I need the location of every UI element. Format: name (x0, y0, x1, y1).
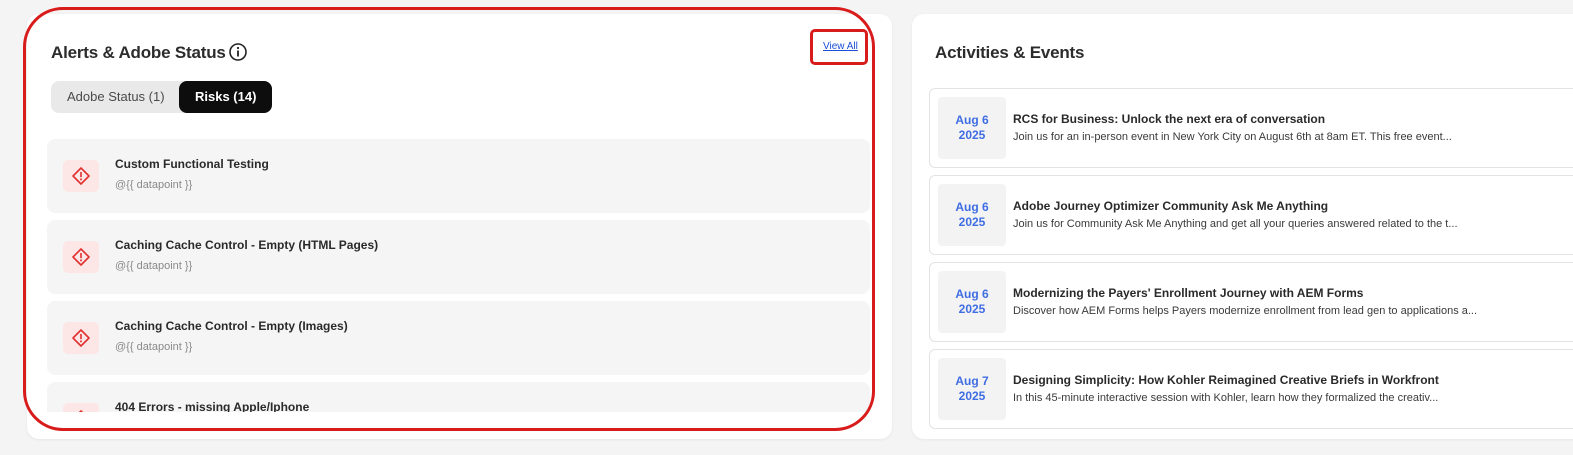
alert-title: Custom Functional Testing (115, 157, 269, 171)
alert-subtitle: @{{ datapoint }} (115, 341, 193, 353)
events-panel-title: Activities & Events (935, 43, 1085, 62)
event-item[interactable]: Aug 6 2025 RCS for Business: Unlock the … (929, 88, 1573, 168)
alert-item[interactable]: Caching Cache Control - Empty (HTML Page… (47, 220, 870, 294)
event-description: Join us for an in-person event in New Yo… (1013, 131, 1452, 143)
warning-diamond-icon (63, 160, 99, 192)
warning-diamond-icon (63, 241, 99, 273)
event-date-year: 2025 (958, 128, 986, 142)
event-title: RCS for Business: Unlock the next era of… (1013, 112, 1326, 126)
event-date: Aug 6 2025 (938, 184, 1006, 246)
alert-item[interactable]: Custom Functional Testing @{{ datapoint … (47, 139, 870, 213)
event-item[interactable]: Aug 6 2025 Adobe Journey Optimizer Commu… (929, 175, 1573, 255)
event-date-year: 2025 (958, 215, 986, 229)
event-item[interactable]: Aug 6 2025 Modernizing the Payers' Enrol… (929, 262, 1573, 342)
alerts-panel-title: Alerts & Adobe Status (51, 43, 226, 62)
warning-diamond-icon (63, 403, 99, 412)
alert-item[interactable]: Caching Cache Control - Empty (Images) @… (47, 301, 870, 375)
info-icon[interactable] (228, 42, 248, 62)
alert-item[interactable]: 404 Errors - missing Apple/Iphone (47, 382, 870, 412)
event-description: In this 45-minute interactive session wi… (1013, 392, 1439, 404)
event-date: Aug 6 2025 (938, 97, 1006, 159)
event-date: Aug 7 2025 (938, 358, 1006, 420)
event-title: Designing Simplicity: How Kohler Reimagi… (1013, 373, 1439, 387)
event-description: Join us for Community Ask Me Anything an… (1013, 218, 1458, 230)
alert-subtitle: @{{ datapoint }} (115, 179, 193, 191)
event-date: Aug 6 2025 (938, 271, 1006, 333)
event-date-day: Aug 6 (955, 287, 989, 301)
event-title: Modernizing the Payers' Enrollment Journ… (1013, 286, 1364, 300)
alert-subtitle: @{{ datapoint }} (115, 260, 193, 272)
alerts-list[interactable]: Custom Functional Testing @{{ datapoint … (47, 139, 870, 412)
event-description: Discover how AEM Forms helps Payers mode… (1013, 305, 1478, 317)
event-item[interactable]: Aug 7 2025 Designing Simplicity: How Koh… (929, 349, 1573, 429)
event-date-day: Aug 6 (955, 113, 989, 127)
alert-title: Caching Cache Control - Empty (HTML Page… (115, 238, 379, 252)
status-tabs: Adobe Status (1) Risks (14) (51, 81, 273, 113)
view-all-link[interactable]: View All (823, 41, 858, 52)
event-title: Adobe Journey Optimizer Community Ask Me… (1013, 199, 1329, 213)
event-date-year: 2025 (958, 302, 986, 316)
tab-adobe-status[interactable]: Adobe Status (1) (51, 81, 179, 113)
tab-risks[interactable]: Risks (14) (179, 81, 273, 113)
warning-diamond-icon (63, 322, 99, 354)
event-date-year: 2025 (958, 389, 986, 403)
alert-title: Caching Cache Control - Empty (Images) (115, 319, 348, 333)
event-date-day: Aug 6 (955, 200, 989, 214)
alert-title: 404 Errors - missing Apple/Iphone (115, 400, 310, 412)
event-date-day: Aug 7 (955, 374, 989, 388)
